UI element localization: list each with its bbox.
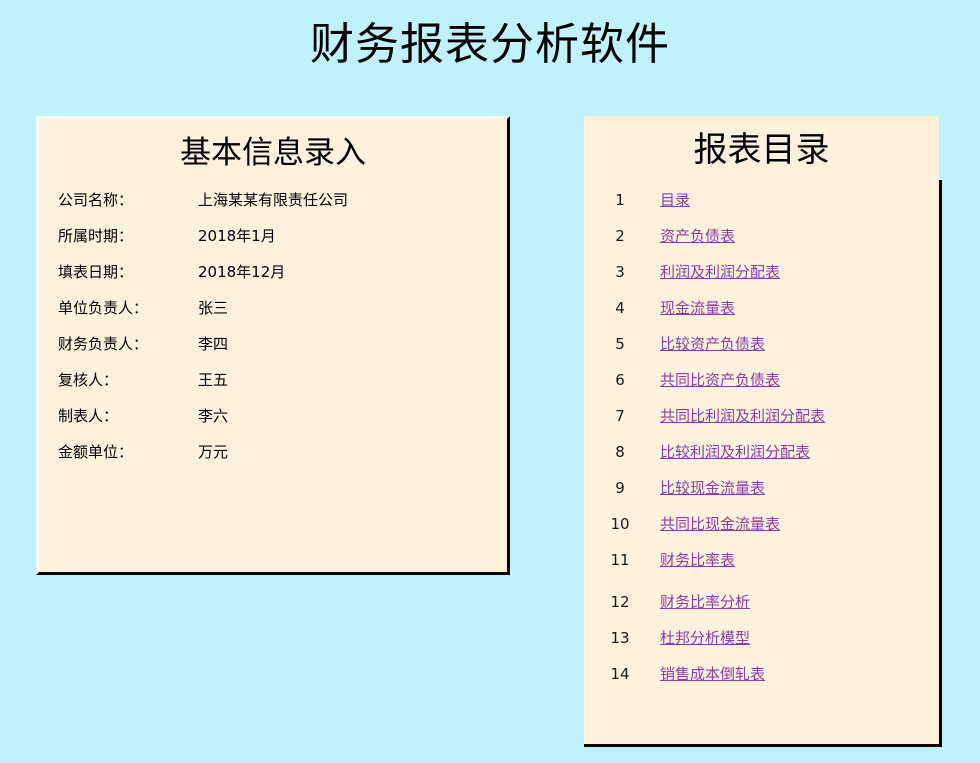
toc-background [584, 116, 939, 744]
toc-row: 2 资产负债表 [584, 226, 939, 246]
toc-shadow-bottom [584, 744, 942, 747]
app-title: 财务报表分析软件 [310, 19, 670, 70]
period-value[interactable]: 2018年1月 [198, 226, 276, 246]
finance-head-value[interactable]: 李四 [198, 334, 228, 354]
toc-number: 1 [615, 191, 625, 209]
toc-link-balance-sheet[interactable]: 资产负债表 [660, 226, 735, 246]
fill-date-row: 填表日期： 2018年12月 [58, 262, 488, 282]
company-name-value[interactable]: 上海某某有限责任公司 [198, 190, 348, 210]
unit-head-label: 单位负责人： [58, 299, 149, 317]
toc-number: 14 [610, 665, 630, 683]
company-name-label: 公司名称： [58, 191, 134, 209]
toc-link-common-size-balance-sheet[interactable]: 共同比资产负债表 [660, 370, 780, 390]
toc-number: 7 [615, 407, 625, 425]
toc-row: 5 比较资产负债表 [584, 334, 939, 354]
toc-row: 1 目录 [584, 190, 939, 210]
toc-link-comparative-cash-flow[interactable]: 比较现金流量表 [660, 478, 765, 498]
toc-link-comparative-income-statement[interactable]: 比较利润及利润分配表 [660, 442, 810, 462]
reviewer-value[interactable]: 王五 [198, 370, 228, 390]
toc-link-common-size-income-statement[interactable]: 共同比利润及利润分配表 [660, 406, 825, 426]
toc-number: 13 [610, 629, 630, 647]
preparer-value[interactable]: 李六 [198, 406, 228, 426]
toc-number: 11 [610, 551, 630, 569]
period-label: 所属时期： [58, 227, 134, 245]
toc-link-dupont-model[interactable]: 杜邦分析模型 [660, 628, 750, 648]
toc-row: 3 利润及利润分配表 [584, 262, 939, 282]
toc-link-cash-flow[interactable]: 现金流量表 [660, 298, 735, 318]
toc-link-common-size-cash-flow[interactable]: 共同比现金流量表 [660, 514, 780, 534]
toc-row: 10 共同比现金流量表 [584, 514, 939, 534]
toc-row: 13 杜邦分析模型 [584, 628, 939, 648]
toc-link-income-statement[interactable]: 利润及利润分配表 [660, 262, 780, 282]
toc-number: 2 [615, 227, 625, 245]
fill-date-value[interactable]: 2018年12月 [198, 262, 285, 282]
reviewer-label: 复核人： [58, 371, 119, 389]
toc-row: 11 财务比率表 [584, 550, 939, 570]
toc-row: 4 现金流量表 [584, 298, 939, 318]
unit-head-value[interactable]: 张三 [198, 298, 228, 318]
preparer-row: 制表人： 李六 [58, 406, 488, 426]
company-name-row: 公司名称： 上海某某有限责任公司 [58, 190, 488, 210]
amount-unit-label: 金额单位： [58, 443, 134, 461]
basic-info-title: 基本信息录入 [180, 135, 366, 171]
toc-link-cost-of-sales-reconstruction[interactable]: 销售成本倒轧表 [660, 664, 765, 684]
toc-row: 7 共同比利润及利润分配表 [584, 406, 939, 426]
toc-number: 3 [615, 263, 625, 281]
toc-number: 5 [615, 335, 625, 353]
report-toc-panel: 报表目录 1 目录 2 资产负债表 3 利润及利润分配表 4 现金流量表 5 比… [584, 116, 942, 747]
finance-head-row: 财务负责人： 李四 [58, 334, 488, 354]
unit-head-row: 单位负责人： 张三 [58, 298, 488, 318]
toc-number: 12 [610, 593, 630, 611]
period-row: 所属时期： 2018年1月 [58, 226, 488, 246]
toc-row: 8 比较利润及利润分配表 [584, 442, 939, 462]
basic-info-panel: 基本信息录入 公司名称： 上海某某有限责任公司 所属时期： 2018年1月 填表… [36, 116, 510, 575]
toc-row: 14 销售成本倒轧表 [584, 664, 939, 684]
toc-link-financial-ratios[interactable]: 财务比率表 [660, 550, 735, 570]
finance-head-label: 财务负责人： [58, 335, 149, 353]
fill-date-label: 填表日期： [58, 263, 134, 281]
toc-number: 4 [615, 299, 625, 317]
toc-link-comparative-balance-sheet[interactable]: 比较资产负债表 [660, 334, 765, 354]
toc-row: 6 共同比资产负债表 [584, 370, 939, 390]
toc-shadow-right [939, 180, 942, 747]
toc-link-ratio-analysis[interactable]: 财务比率分析 [660, 592, 750, 612]
toc-number: 9 [615, 479, 625, 497]
reviewer-row: 复核人： 王五 [58, 370, 488, 390]
report-toc-title: 报表目录 [693, 130, 830, 170]
toc-number: 6 [615, 371, 625, 389]
toc-number: 10 [610, 515, 630, 533]
amount-unit-row: 金额单位： 万元 [58, 442, 488, 462]
toc-row: 9 比较现金流量表 [584, 478, 939, 498]
amount-unit-value[interactable]: 万元 [198, 442, 228, 462]
toc-link-contents[interactable]: 目录 [660, 190, 690, 210]
preparer-label: 制表人： [58, 407, 119, 425]
toc-row: 12 财务比率分析 [584, 592, 939, 612]
toc-number: 8 [615, 443, 625, 461]
